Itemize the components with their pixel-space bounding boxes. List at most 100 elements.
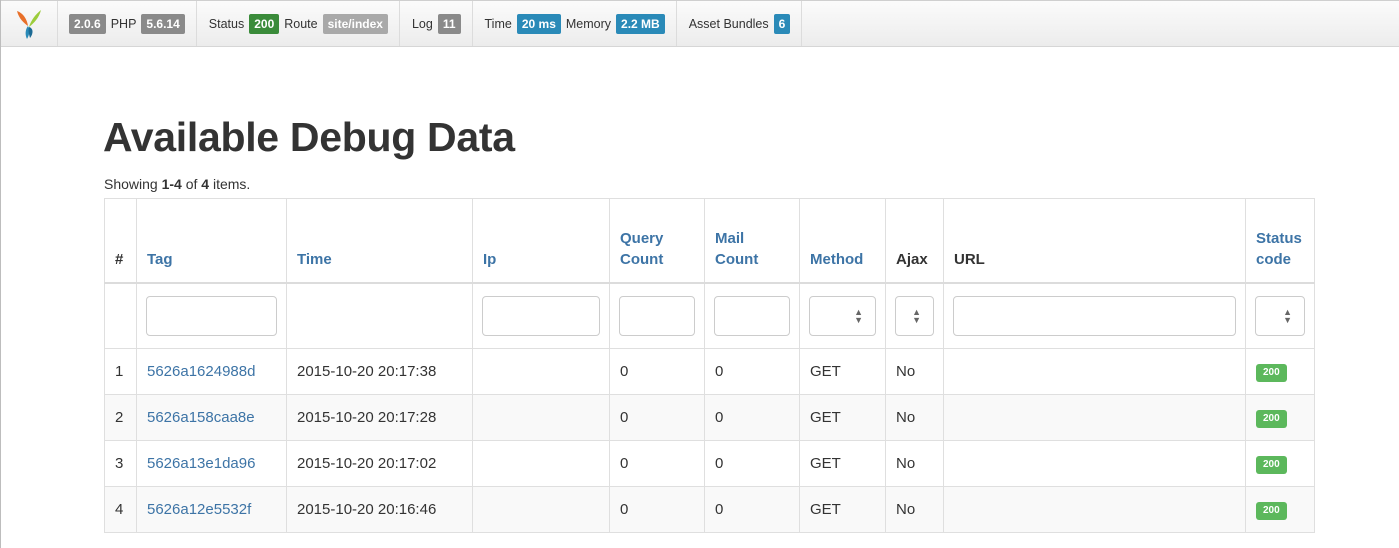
toolbar-log-block[interactable]: Log 11 xyxy=(400,1,473,46)
mail-header-line1: Mail xyxy=(715,230,745,247)
ip-cell xyxy=(472,348,610,395)
mail-header-line2: Count xyxy=(715,251,759,268)
select-arrows-icon: ▲ ▼ xyxy=(854,307,863,325)
route-badge[interactable]: site/index xyxy=(322,13,388,34)
row-number: 2 xyxy=(104,394,137,441)
ajax-cell: No xyxy=(885,348,944,395)
log-count-badge[interactable]: 11 xyxy=(437,13,461,34)
method-cell: GET xyxy=(799,486,886,533)
tag-cell: 5626a1624988d xyxy=(136,348,287,395)
url-cell xyxy=(943,440,1246,487)
mail-count-filter-input[interactable] xyxy=(714,296,790,336)
query-count-filter-input[interactable] xyxy=(619,296,695,336)
status-cell: 200 xyxy=(1245,348,1315,395)
url-cell xyxy=(943,394,1246,441)
yii-version-badge[interactable]: 2.0.6 xyxy=(69,13,106,34)
ip-cell xyxy=(472,486,610,533)
filter-cell-ajax: ▲ ▼ xyxy=(885,282,944,349)
tag-link[interactable]: 5626a12e5532f xyxy=(147,501,251,518)
status-header-line2: code xyxy=(1256,251,1292,268)
window-left-border xyxy=(0,0,1,548)
status-header-line1: Status xyxy=(1256,230,1302,247)
col-header-number: # xyxy=(104,198,137,284)
tag-filter-input[interactable] xyxy=(146,296,277,336)
page-title: Available Debug Data xyxy=(103,114,515,160)
col-header-ajax: Ajax xyxy=(885,198,944,284)
method-cell: GET xyxy=(799,394,886,441)
toolbar-profiling-block[interactable]: Time 20 ms Memory 2.2 MB xyxy=(473,1,677,46)
time-badge[interactable]: 20 ms xyxy=(516,13,561,34)
col-header-tag[interactable]: Tag xyxy=(136,198,287,284)
col-header-ip[interactable]: Ip xyxy=(472,198,610,284)
grid-summary: Showing 1-4 of 4 items. xyxy=(104,176,250,192)
time-cell: 2015-10-20 20:17:02 xyxy=(286,440,473,487)
ip-cell xyxy=(472,394,610,441)
status-code-badge: 200 xyxy=(1256,501,1287,520)
row-number: 1 xyxy=(104,348,137,395)
table-row: 2 5626a158caa8e 2015-10-20 20:17:28 0 0 … xyxy=(104,394,1315,441)
select-arrows-icon: ▲ ▼ xyxy=(1283,307,1292,325)
table-row: 4 5626a12e5532f 2015-10-20 20:16:46 0 0 … xyxy=(104,486,1315,533)
method-cell: GET xyxy=(799,348,886,395)
summary-of: of xyxy=(181,176,202,192)
time-cell: 2015-10-20 20:17:28 xyxy=(286,394,473,441)
tag-link[interactable]: 5626a1624988d xyxy=(147,363,255,380)
filter-cell-query xyxy=(609,282,705,349)
ajax-filter-select[interactable]: ▲ ▼ xyxy=(895,296,934,336)
table-row: 3 5626a13e1da96 2015-10-20 20:17:02 0 0 … xyxy=(104,440,1315,487)
filter-cell-status: ▲ ▼ xyxy=(1245,282,1315,349)
query-count-cell: 0 xyxy=(609,348,705,395)
col-header-status-code[interactable]: Status code xyxy=(1245,198,1315,284)
summary-total: 4 xyxy=(201,176,210,192)
yii-logo-icon[interactable] xyxy=(1,1,58,46)
ip-cell xyxy=(472,440,610,487)
status-code-filter-select[interactable]: ▲ ▼ xyxy=(1255,296,1305,336)
tag-link[interactable]: 5626a158caa8e xyxy=(147,409,255,426)
toolbar-assets-block[interactable]: Asset Bundles 6 xyxy=(677,1,803,46)
ajax-cell: No xyxy=(885,486,944,533)
php-version-badge[interactable]: 5.6.14 xyxy=(141,13,185,34)
filter-cell-time xyxy=(286,282,473,349)
ajax-cell: No xyxy=(885,440,944,487)
summary-range: 1-4 xyxy=(161,176,182,192)
memory-label: Memory xyxy=(565,16,612,31)
col-header-query-count[interactable]: Query Count xyxy=(609,198,705,284)
tag-link[interactable]: 5626a13e1da96 xyxy=(147,455,255,472)
mail-count-cell: 0 xyxy=(704,348,800,395)
col-header-method[interactable]: Method xyxy=(799,198,886,284)
col-header-mail-count[interactable]: Mail Count xyxy=(704,198,800,284)
row-number: 4 xyxy=(104,486,137,533)
filter-cell-url xyxy=(943,282,1246,349)
status-cell: 200 xyxy=(1245,486,1315,533)
status-cell: 200 xyxy=(1245,440,1315,487)
tag-cell: 5626a13e1da96 xyxy=(136,440,287,487)
filter-cell-method: ▲ ▼ xyxy=(799,282,886,349)
query-header-line2: Count xyxy=(620,251,664,268)
summary-suffix: items. xyxy=(209,176,251,192)
status-label: Status xyxy=(208,16,245,31)
memory-badge[interactable]: 2.2 MB xyxy=(616,13,665,34)
query-count-cell: 0 xyxy=(609,440,705,487)
col-header-time[interactable]: Time xyxy=(286,198,473,284)
status-badge[interactable]: 200 xyxy=(249,13,280,34)
filter-cell-mail xyxy=(704,282,800,349)
col-header-url: URL xyxy=(943,198,1246,284)
filter-cell-ip xyxy=(472,282,610,349)
ajax-cell: No xyxy=(885,394,944,441)
table-row: 1 5626a1624988d 2015-10-20 20:17:38 0 0 … xyxy=(104,348,1315,395)
status-code-badge: 200 xyxy=(1256,409,1287,428)
url-filter-input[interactable] xyxy=(953,296,1236,336)
php-label: PHP xyxy=(110,16,137,31)
method-filter-select[interactable]: ▲ ▼ xyxy=(809,296,876,336)
mail-count-cell: 0 xyxy=(704,486,800,533)
time-cell: 2015-10-20 20:17:38 xyxy=(286,348,473,395)
tag-cell: 5626a12e5532f xyxy=(136,486,287,533)
route-label: Route xyxy=(284,16,318,31)
status-cell: 200 xyxy=(1245,394,1315,441)
toolbar-config-block[interactable]: 2.0.6 PHP 5.6.14 xyxy=(58,1,197,46)
ip-filter-input[interactable] xyxy=(482,296,600,336)
tag-cell: 5626a158caa8e xyxy=(136,394,287,441)
toolbar-request-block[interactable]: Status 200 Route site/index xyxy=(197,1,400,46)
row-number: 3 xyxy=(104,440,137,487)
asset-bundles-badge[interactable]: 6 xyxy=(773,13,791,34)
